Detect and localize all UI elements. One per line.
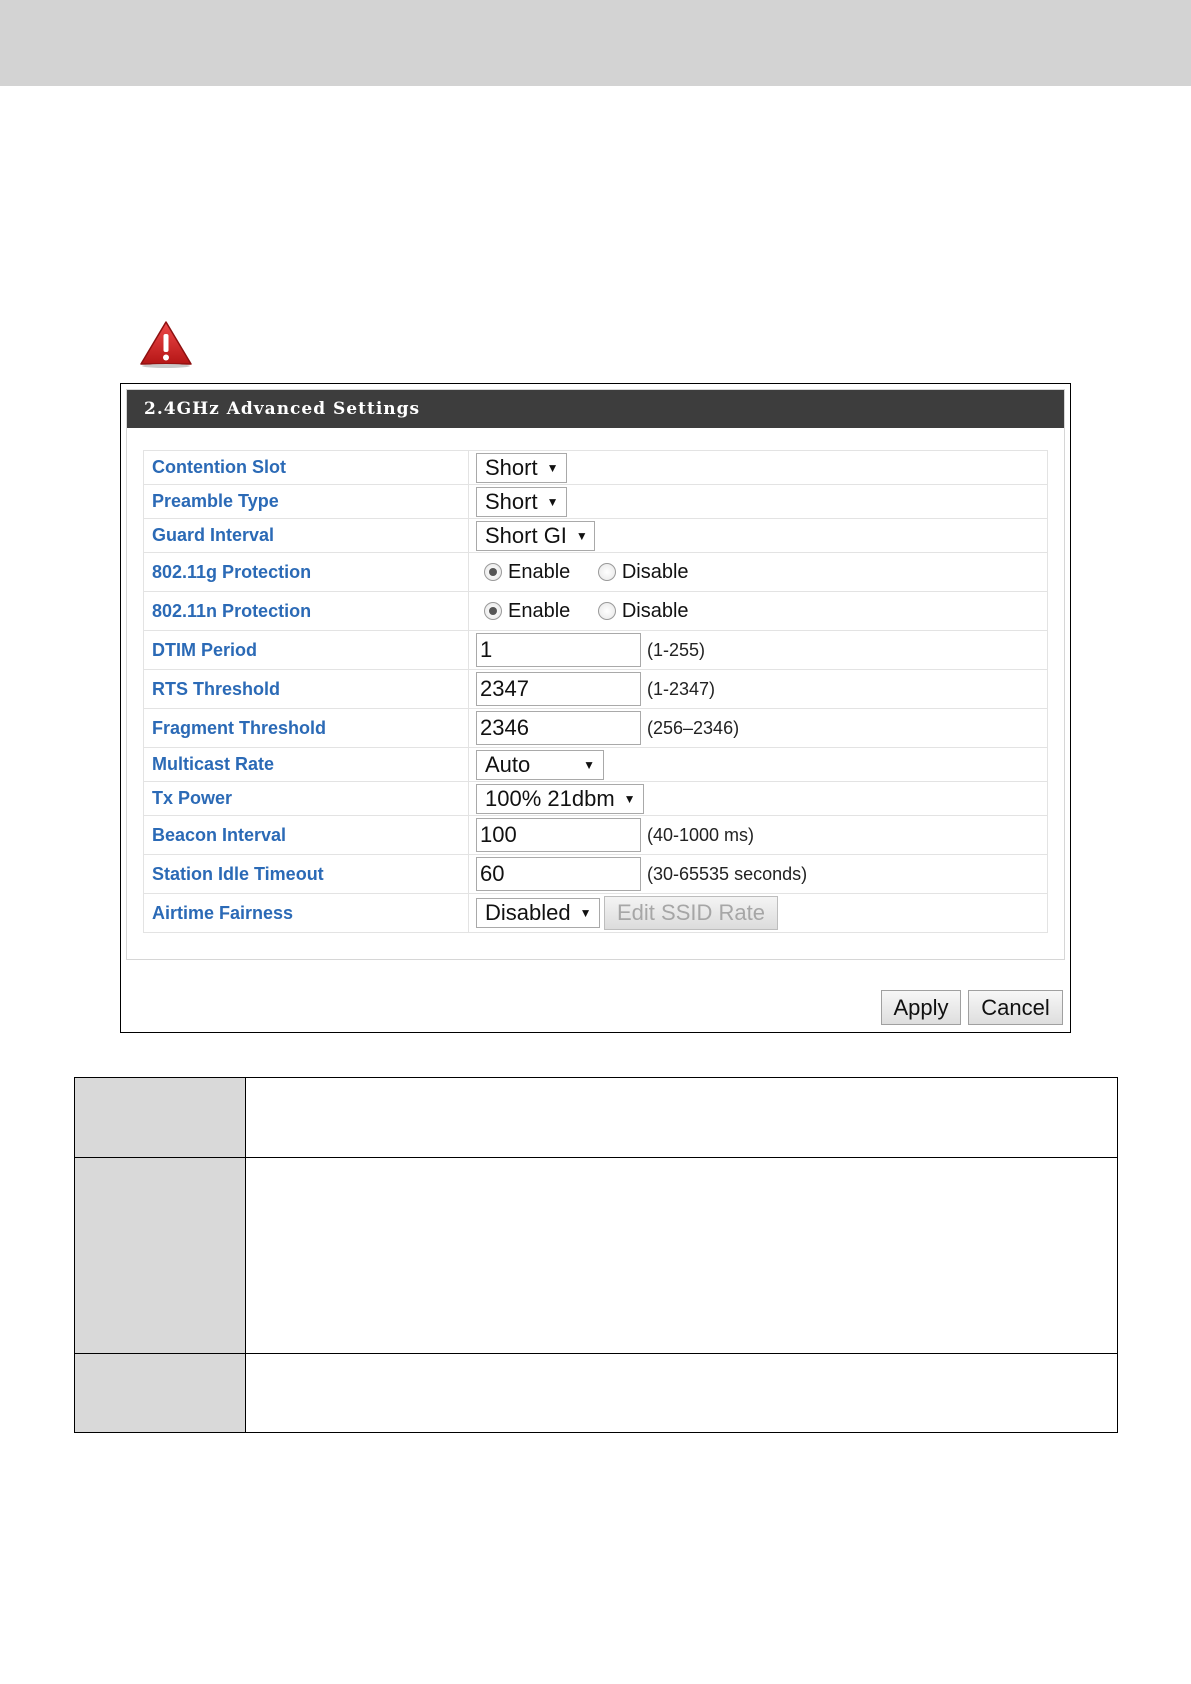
panel-title: 2.4GHz Advanced Settings <box>127 390 1064 428</box>
edit-ssid-rate-button[interactable]: Edit SSID Rate <box>604 896 778 930</box>
row-contention-slot: Contention Slot Short ▼ <box>143 450 1048 485</box>
cancel-button[interactable]: Cancel <box>968 990 1063 1025</box>
triangle-down-icon: ▼ <box>579 906 592 920</box>
station-idle-timeout-input[interactable]: 60 <box>476 857 641 891</box>
fragment-threshold-input[interactable]: 2346 <box>476 711 641 745</box>
tx-power-value: 100% 21dbm <box>485 785 615 811</box>
description-row <box>74 1157 1118 1354</box>
contention-slot-select[interactable]: Short ▼ <box>476 452 567 483</box>
preamble-type-select[interactable]: Short ▼ <box>476 486 567 517</box>
row-guard-interval: Guard Interval Short GI ▼ <box>143 518 1048 553</box>
row-beacon-interval: Beacon Interval 100 (40-1000 ms) <box>143 815 1048 855</box>
triangle-down-icon: ▼ <box>546 494 559 509</box>
description-body-cell <box>245 1157 1118 1354</box>
g-protection-label: 802.11g Protection <box>143 552 469 592</box>
airtime-fairness-select[interactable]: Disabled ▼ <box>476 898 600 928</box>
rts-threshold-input[interactable]: 2347 <box>476 672 641 706</box>
dtim-period-input[interactable]: 1 <box>476 633 641 667</box>
preamble-type-label: Preamble Type <box>143 484 469 519</box>
rts-threshold-label: RTS Threshold <box>143 669 469 709</box>
description-table <box>74 1077 1118 1433</box>
description-key-cell <box>74 1353 246 1433</box>
advanced-settings-window: 2.4GHz Advanced Settings Contention Slot… <box>120 383 1071 1033</box>
apply-button[interactable]: Apply <box>881 990 961 1025</box>
settings-panel: 2.4GHz Advanced Settings Contention Slot… <box>126 389 1065 960</box>
description-body-cell <box>245 1353 1118 1433</box>
dtim-period-label: DTIM Period <box>143 630 469 670</box>
rts-threshold-hint: (1-2347) <box>647 678 716 699</box>
multicast-rate-value: Auto <box>485 751 531 777</box>
g-protection-enable-radio[interactable] <box>484 562 502 581</box>
row-multicast-rate: Multicast Rate Auto ▼ <box>143 747 1048 782</box>
fragment-threshold-label: Fragment Threshold <box>143 708 469 748</box>
triangle-down-icon: ▼ <box>546 460 559 475</box>
warning-icon <box>140 321 192 368</box>
n-protection-enable-radio[interactable] <box>484 601 502 620</box>
tx-power-select[interactable]: 100% 21dbm ▼ <box>476 783 644 814</box>
description-key-cell <box>74 1157 246 1354</box>
g-protection-disable-radio[interactable] <box>597 562 616 581</box>
row-g-protection: 802.11g Protection Enable Disable <box>143 552 1048 592</box>
guard-interval-select[interactable]: Short GI ▼ <box>476 520 595 551</box>
n-protection-label: 802.11n Protection <box>143 591 469 631</box>
row-tx-power: Tx Power 100% 21dbm ▼ <box>143 781 1048 816</box>
page-header-band <box>0 0 1191 86</box>
settings-table: Contention Slot Short ▼ Preamble Type Sh… <box>143 450 1048 933</box>
multicast-rate-select[interactable]: Auto ▼ <box>476 749 604 780</box>
description-row <box>74 1077 1118 1158</box>
airtime-fairness-value: Disabled <box>485 900 571 925</box>
beacon-interval-label: Beacon Interval <box>143 815 469 855</box>
guard-interval-value: Short GI <box>485 522 567 548</box>
triangle-down-icon: ▼ <box>575 528 588 543</box>
row-preamble-type: Preamble Type Short ▼ <box>143 484 1048 519</box>
preamble-type-value: Short <box>485 488 538 514</box>
row-rts-threshold: RTS Threshold 2347 (1-2347) <box>143 669 1048 709</box>
row-n-protection: 802.11n Protection Enable Disable <box>143 591 1048 631</box>
row-fragment-threshold: Fragment Threshold 2346 (256–2346) <box>143 708 1048 748</box>
description-body-cell <box>245 1077 1118 1158</box>
fragment-threshold-hint: (256–2346) <box>647 717 740 738</box>
guard-interval-label: Guard Interval <box>143 518 469 553</box>
airtime-fairness-label: Airtime Fairness <box>143 893 469 933</box>
description-key-cell <box>74 1077 246 1158</box>
row-dtim-period: DTIM Period 1 (1-255) <box>143 630 1048 670</box>
station-idle-timeout-hint: (30-65535 seconds) <box>647 863 808 884</box>
station-idle-timeout-label: Station Idle Timeout <box>143 854 469 894</box>
n-protection-disable-radio[interactable] <box>597 601 616 620</box>
multicast-rate-label: Multicast Rate <box>143 747 469 782</box>
beacon-interval-input[interactable]: 100 <box>476 818 641 852</box>
row-airtime-fairness: Airtime Fairness Disabled ▼ Edit SSID Ra… <box>143 893 1048 933</box>
g-protection-disable-label: Disable <box>621 560 689 583</box>
dtim-period-hint: (1-255) <box>647 639 706 660</box>
triangle-down-icon: ▼ <box>583 757 595 772</box>
contention-slot-label: Contention Slot <box>143 450 469 485</box>
triangle-down-icon: ▼ <box>623 791 636 806</box>
tx-power-label: Tx Power <box>143 781 469 816</box>
n-protection-enable-label: Enable <box>508 599 571 622</box>
beacon-interval-hint: (40-1000 ms) <box>647 824 755 845</box>
row-station-idle-timeout: Station Idle Timeout 60 (30-65535 seconds… <box>143 854 1048 894</box>
description-row <box>74 1353 1118 1433</box>
contention-slot-value: Short <box>485 454 538 480</box>
n-protection-disable-label: Disable <box>621 599 689 622</box>
g-protection-enable-label: Enable <box>508 560 571 583</box>
